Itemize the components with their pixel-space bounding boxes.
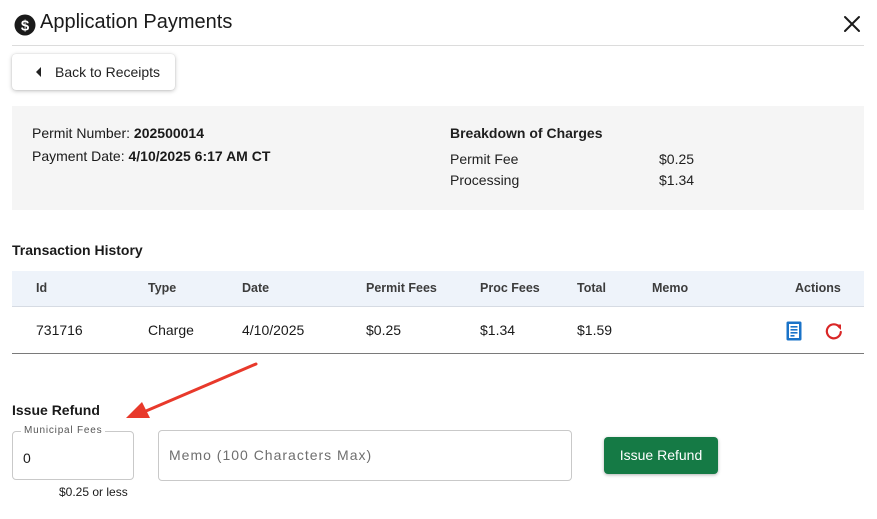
transaction-history-title: Transaction History [12, 242, 143, 258]
breakdown-title: Breakdown of Charges [450, 125, 603, 141]
cell-id: 731716 [36, 322, 83, 338]
column-header-id: Id [36, 281, 48, 295]
memo-input[interactable] [169, 447, 549, 463]
application-payments-dialog: $ Application Payments Back to Receipts … [0, 0, 877, 519]
table-header: Id Type Date Permit Fees Proc Fees Total… [12, 271, 864, 307]
payment-date-line: Payment Date: 4/10/2025 6:17 AM CT [32, 148, 270, 164]
cell-date: 4/10/2025 [242, 322, 305, 338]
memo-field[interactable] [158, 430, 572, 481]
permit-number-label: Permit Number: [32, 125, 131, 141]
issue-refund-button[interactable]: Issue Refund [604, 437, 718, 474]
column-header-date: Date [242, 281, 270, 295]
municipal-fees-input[interactable] [23, 450, 123, 466]
column-header-permit-fees: Permit Fees [366, 281, 437, 295]
dollar-circle-icon: $ [14, 14, 36, 36]
column-header-proc-fees: Proc Fees [480, 281, 540, 295]
cell-proc-fees: $1.34 [480, 322, 516, 338]
payment-summary-panel: Permit Number: 202500014 Payment Date: 4… [12, 106, 864, 210]
close-icon[interactable] [842, 14, 862, 34]
refresh-icon[interactable] [824, 321, 844, 341]
issue-refund-title: Issue Refund [12, 402, 100, 418]
municipal-fees-hint: $0.25 or less [59, 485, 128, 499]
dialog-header: $ Application Payments [12, 8, 864, 46]
annotation-arrow [126, 362, 258, 418]
cell-total: $1.59 [577, 322, 613, 338]
svg-text:$: $ [21, 18, 30, 35]
municipal-fees-field[interactable]: Municipal Fees [12, 425, 134, 480]
caret-left-icon [36, 67, 41, 77]
cell-type: Charge [148, 322, 194, 338]
permit-number-line: Permit Number: 202500014 [32, 125, 204, 141]
breakdown-value-permit-fee: $0.25 [659, 151, 695, 167]
breakdown-value-processing: $1.34 [659, 172, 695, 188]
column-header-actions: Actions [795, 281, 841, 295]
municipal-fees-label: Municipal Fees [21, 425, 106, 436]
breakdown-label-permit-fee: Permit Fee [450, 151, 519, 167]
payment-date-label: Payment Date: [32, 148, 125, 164]
back-button-label: Back to Receipts [55, 64, 161, 80]
payment-date-value: 4/10/2025 6:17 AM CT [128, 148, 271, 164]
column-header-type: Type [148, 281, 177, 295]
dialog-title: Application Payments [40, 11, 233, 33]
back-to-receipts-button[interactable]: Back to Receipts [12, 54, 175, 90]
breakdown-label-processing: Processing [450, 172, 520, 188]
permit-number-value: 202500014 [133, 125, 204, 141]
table-row: 731716 Charge 4/10/2025 $0.25 $1.34 $1.5… [12, 307, 864, 354]
column-header-memo: Memo [652, 281, 689, 295]
column-header-total: Total [577, 281, 606, 295]
receipt-icon[interactable] [785, 320, 803, 342]
cell-permit-fees: $0.25 [366, 322, 402, 338]
